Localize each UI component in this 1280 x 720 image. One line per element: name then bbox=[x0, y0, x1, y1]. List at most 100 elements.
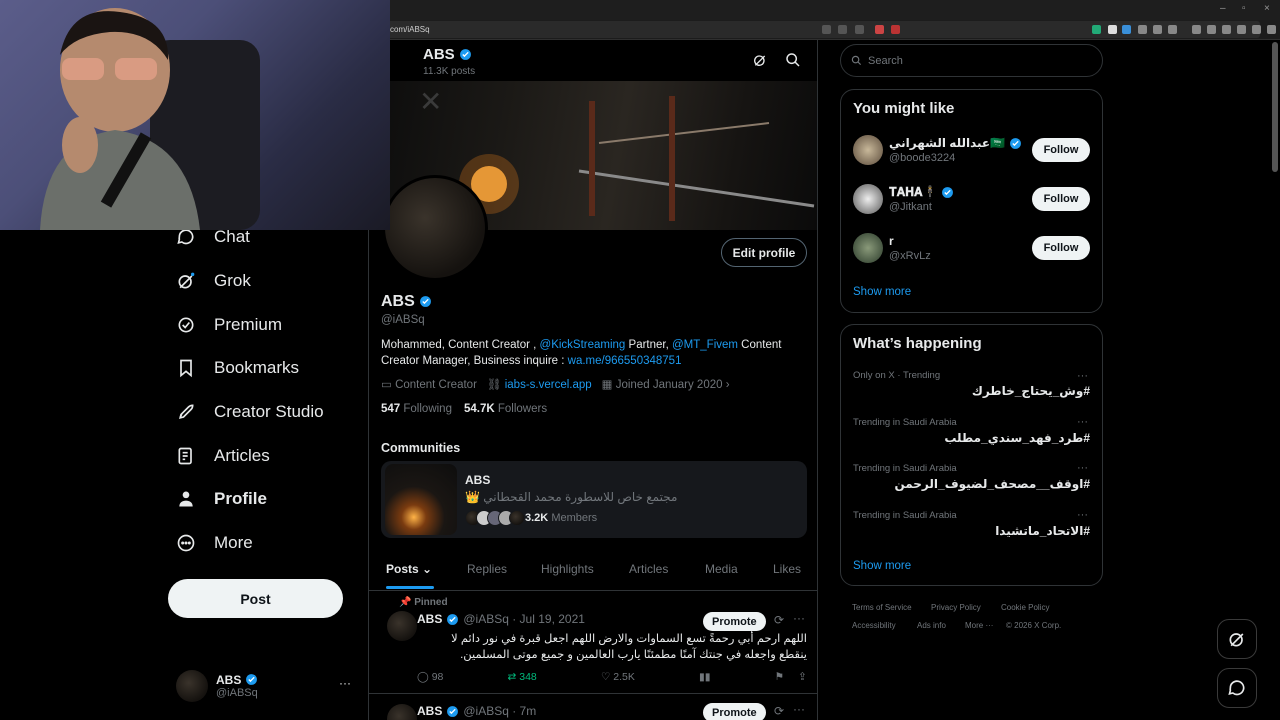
bio-mention-link[interactable]: @KickStreaming bbox=[540, 339, 626, 351]
extension-icon[interactable] bbox=[1108, 25, 1117, 34]
minimize-button[interactable]: – bbox=[1220, 3, 1226, 14]
menu-icon[interactable] bbox=[1267, 25, 1276, 34]
close-window-button[interactable]: × bbox=[1264, 3, 1270, 14]
extension-icon[interactable] bbox=[1092, 25, 1101, 34]
nav-profile[interactable]: Profile bbox=[176, 484, 267, 514]
nav-creator-studio[interactable]: Creator Studio bbox=[176, 397, 324, 427]
bookmark-icon[interactable]: ⚑ bbox=[775, 671, 784, 683]
tab-highlights[interactable]: Highlights bbox=[541, 562, 594, 576]
website-item[interactable]: ⛓ iabs-s.vercel.app bbox=[487, 377, 592, 391]
extension-icon[interactable] bbox=[1222, 25, 1231, 34]
follow-button[interactable]: Follow bbox=[1032, 138, 1090, 162]
bio-whatsapp-link[interactable]: wa.me/966550348751 bbox=[568, 355, 682, 367]
account-menu-icon[interactable]: ··· bbox=[339, 676, 351, 690]
pinned-text: Pinned bbox=[414, 597, 448, 608]
followers-link[interactable]: 54.7K Followers bbox=[464, 403, 547, 415]
profile-meta: ▭ Content Creator ⛓ iabs-s.vercel.app ▦ … bbox=[381, 377, 730, 391]
brave-shield-icon[interactable] bbox=[875, 25, 884, 34]
extension-icon[interactable] bbox=[1138, 25, 1147, 34]
suggested-user-name[interactable]: r bbox=[889, 234, 894, 248]
tab-likes[interactable]: Likes bbox=[773, 562, 801, 576]
trend-name[interactable]: #وش_يحتاج_خاطرك bbox=[972, 384, 1090, 398]
nav-articles[interactable]: Articles bbox=[176, 441, 270, 471]
maximize-button[interactable]: ▫ bbox=[1242, 3, 1246, 14]
search-icon[interactable] bbox=[785, 52, 801, 68]
reader-icon[interactable] bbox=[822, 25, 831, 34]
vpn-icon[interactable] bbox=[1252, 25, 1261, 34]
nav-bookmarks[interactable]: Bookmarks bbox=[176, 353, 299, 383]
tweet-author[interactable]: ABS bbox=[417, 612, 442, 626]
link-icon: ⛓ bbox=[486, 379, 502, 391]
more-icon[interactable]: ··· bbox=[1077, 416, 1088, 428]
grok-icon[interactable] bbox=[752, 52, 768, 68]
rewards-icon[interactable] bbox=[891, 25, 900, 34]
grok-icon[interactable]: ⟳ bbox=[774, 613, 784, 627]
footer-link[interactable]: Ads info bbox=[917, 621, 946, 630]
footer-link[interactable]: Accessibility bbox=[852, 621, 896, 630]
reply-button[interactable]: ◯ 98 bbox=[417, 671, 443, 683]
promote-button[interactable]: Promote bbox=[703, 703, 766, 720]
trend-name[interactable]: #اوقف__مصحف_لضيوف_الرحمن bbox=[894, 477, 1090, 491]
download-icon[interactable] bbox=[1192, 25, 1201, 34]
bio-mention-link[interactable]: @MT_Fivem bbox=[672, 339, 738, 351]
tab-media[interactable]: Media bbox=[705, 562, 738, 576]
footer-link[interactable]: More ··· bbox=[965, 621, 993, 630]
zoom-icon[interactable] bbox=[838, 25, 847, 34]
more-icon[interactable]: ··· bbox=[1077, 462, 1088, 474]
messages-button[interactable] bbox=[1217, 668, 1257, 708]
nav-grok[interactable]: Grok bbox=[176, 266, 251, 296]
suggested-user-name[interactable]: عبدالله الشهراني🇸🇦 bbox=[889, 136, 1022, 150]
follow-button[interactable]: Follow bbox=[1032, 187, 1090, 211]
tab-replies[interactable]: Replies bbox=[467, 562, 507, 576]
edit-profile-button[interactable]: Edit profile bbox=[721, 238, 807, 267]
extension-icon[interactable] bbox=[1168, 25, 1177, 34]
trend-name[interactable]: #الاتحاد_ماتشيدا bbox=[995, 524, 1090, 538]
trend-name[interactable]: #طرد_فهد_سندي_مطلب bbox=[944, 431, 1090, 445]
nav-premium[interactable]: Premium bbox=[176, 310, 282, 340]
views-button[interactable]: ▮▮ bbox=[699, 671, 711, 683]
account-switcher[interactable]: ABS @iABSq ··· bbox=[176, 666, 356, 706]
website-link[interactable]: iabs-s.vercel.app bbox=[505, 379, 592, 391]
tweet-author[interactable]: ABS bbox=[417, 704, 442, 718]
extension-icon[interactable] bbox=[1153, 25, 1162, 34]
more-icon[interactable]: ··· bbox=[793, 611, 805, 625]
grok-icon[interactable]: ⟳ bbox=[774, 704, 784, 718]
footer-link[interactable]: Privacy Policy bbox=[931, 603, 981, 612]
follow-button[interactable]: Follow bbox=[1032, 236, 1090, 260]
footer-link[interactable]: Cookie Policy bbox=[1001, 603, 1049, 612]
share-icon[interactable] bbox=[855, 25, 864, 34]
community-card[interactable]: ABS مجتمع خاص للاسطورة محمد القحطاني 👑 3… bbox=[381, 461, 807, 538]
tweet[interactable]: ABS @iABSq · 7m Promote ⟳ ··· bbox=[369, 695, 817, 720]
sidebar-icon[interactable] bbox=[1207, 25, 1216, 34]
tab-posts[interactable]: Posts ⌄ bbox=[386, 562, 432, 576]
following-link[interactable]: 547 Following bbox=[381, 403, 452, 415]
profile-avatar[interactable] bbox=[382, 175, 488, 281]
avatar[interactable] bbox=[853, 135, 883, 165]
grok-button[interactable] bbox=[1217, 619, 1257, 659]
avatar[interactable] bbox=[853, 233, 883, 263]
share-icon[interactable]: ⇪ bbox=[798, 671, 807, 683]
search-box[interactable]: Search bbox=[840, 44, 1103, 77]
avatar[interactable] bbox=[853, 184, 883, 214]
more-icon[interactable]: ··· bbox=[1077, 509, 1088, 521]
avatar[interactable] bbox=[387, 704, 417, 720]
more-icon[interactable]: ··· bbox=[1077, 370, 1088, 382]
wallet-icon[interactable] bbox=[1237, 25, 1246, 34]
promote-button[interactable]: Promote bbox=[703, 612, 766, 631]
tab-articles[interactable]: Articles bbox=[629, 562, 668, 576]
show-more-link[interactable]: Show more bbox=[853, 560, 911, 572]
repost-button[interactable]: ⇄ 348 bbox=[508, 671, 537, 683]
scrollbar-thumb[interactable] bbox=[1272, 42, 1278, 172]
pinned-tweet[interactable]: 📌 Pinned ABS @iABSq · Jul 19, 2021 Promo… bbox=[369, 591, 817, 694]
more-icon[interactable]: ··· bbox=[793, 702, 805, 716]
avatar[interactable] bbox=[387, 611, 417, 641]
joined-item[interactable]: ▦ Joined January 2020 › bbox=[602, 377, 730, 391]
nav-more[interactable]: More bbox=[176, 528, 253, 558]
show-more-link[interactable]: Show more bbox=[853, 286, 911, 298]
suggested-user-name[interactable]: 𝐓𝐀𝐇𝐀🕴️ bbox=[889, 185, 954, 200]
verified-icon bbox=[420, 296, 432, 307]
post-button[interactable]: Post bbox=[168, 579, 343, 618]
extension-icon[interactable] bbox=[1122, 25, 1131, 34]
like-button[interactable]: ♡ 2.5K bbox=[601, 671, 635, 683]
footer-link[interactable]: Terms of Service bbox=[852, 603, 912, 612]
